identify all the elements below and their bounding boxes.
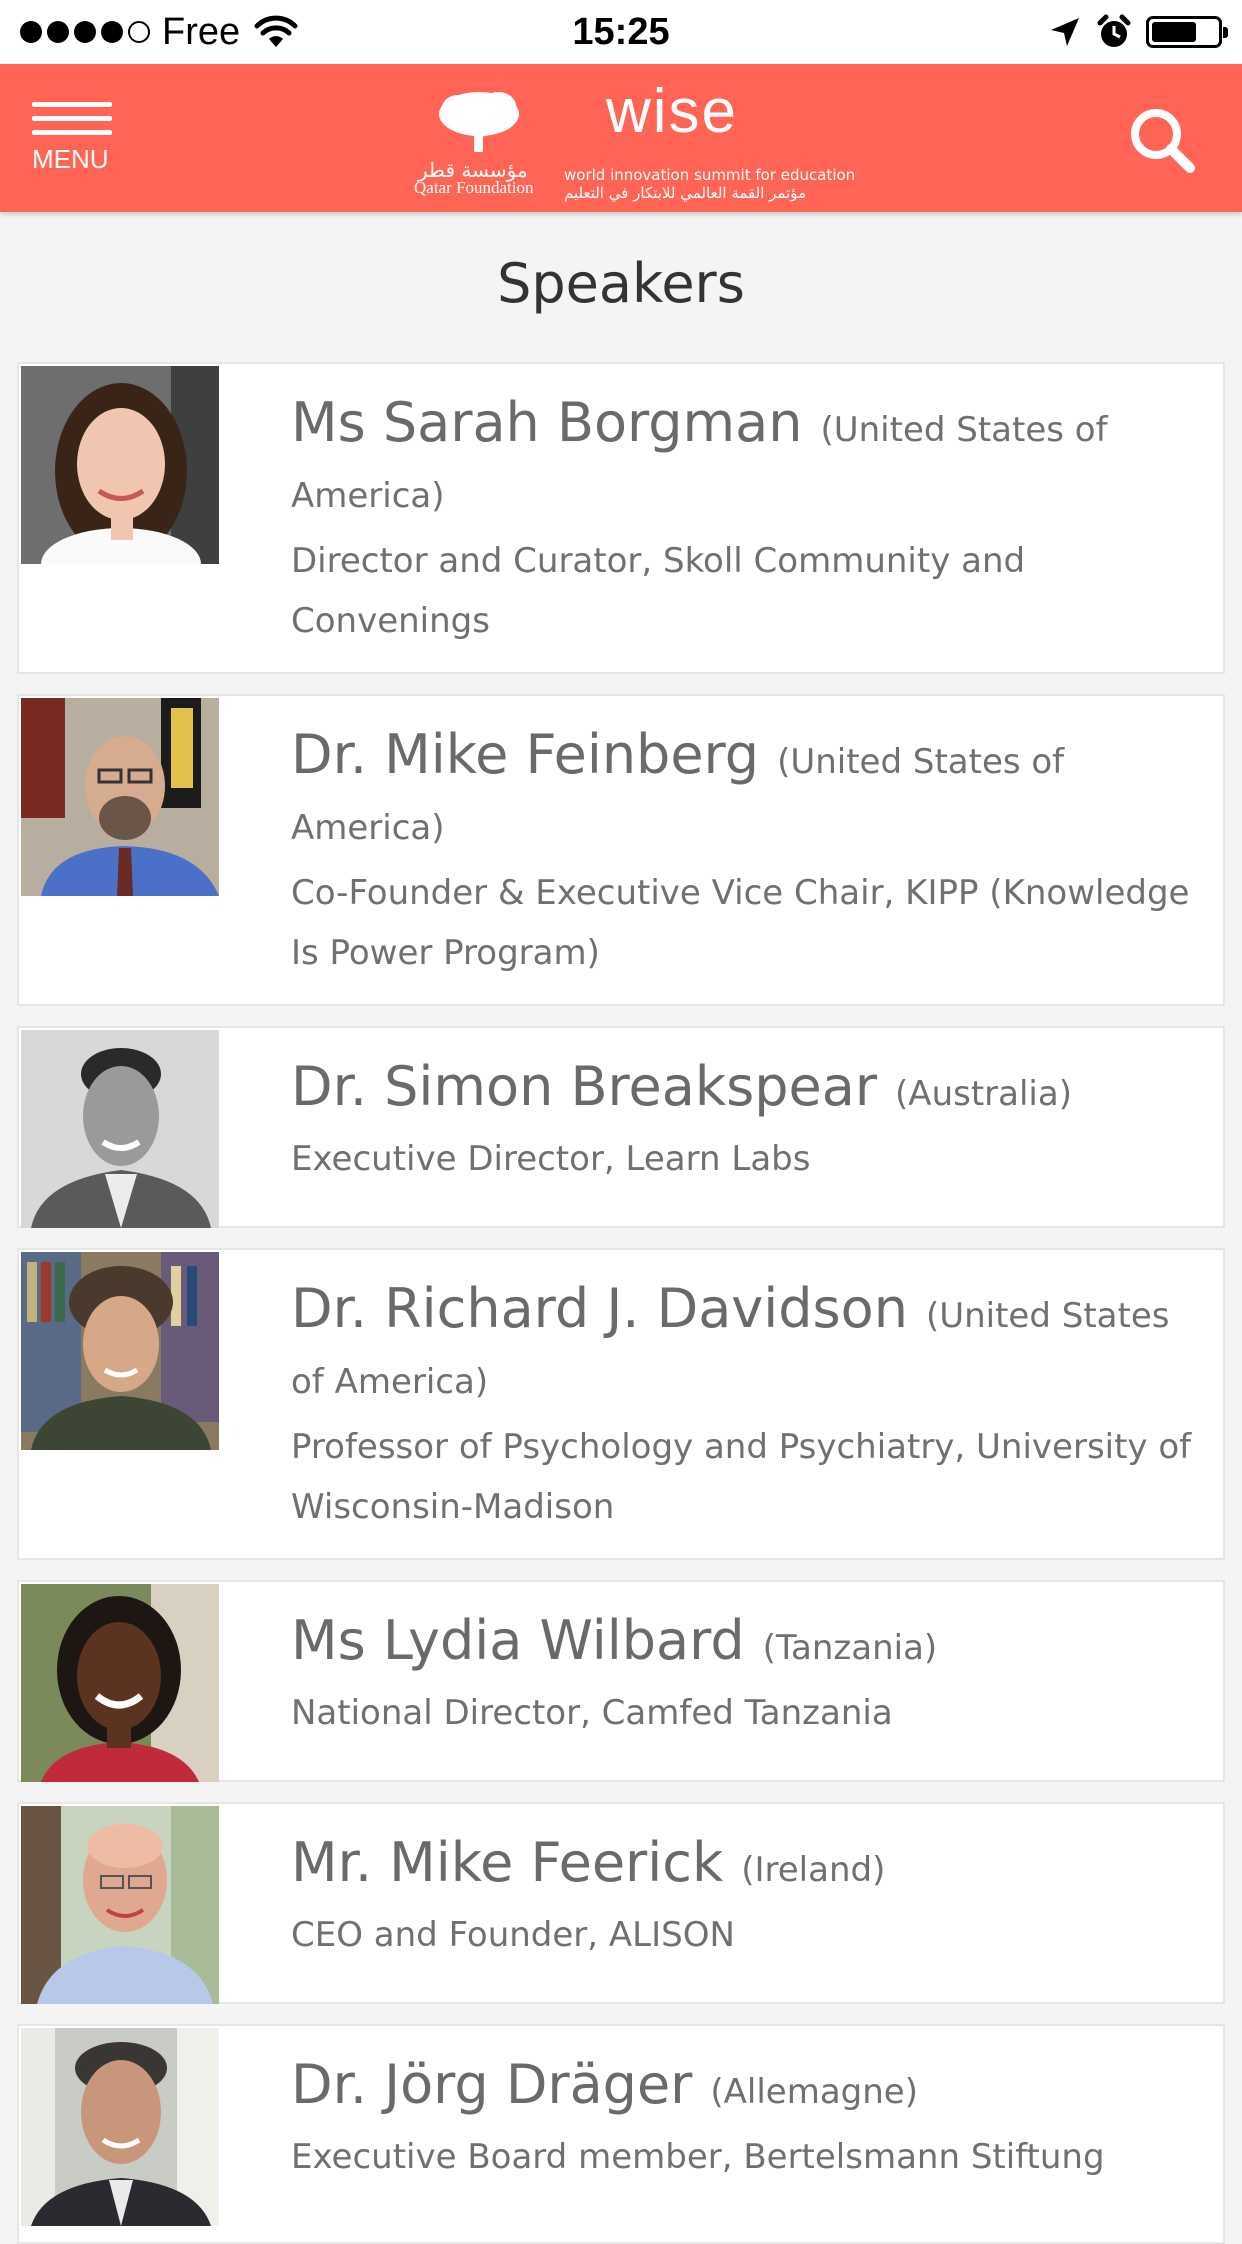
speaker-photo [21,366,219,564]
speaker-info: Dr. Richard J. Davidson (United States of… [291,1276,1197,1537]
speaker-card[interactable]: Mr. Mike Feerick (Ireland) CEO and Founde… [17,1802,1225,2004]
speaker-photo [21,1252,219,1450]
alarm-clock-icon [1097,14,1131,47]
status-bar: Free 15:25 [0,0,1242,64]
page-title: Speakers [497,252,745,315]
wise-arabic-subtitle: مؤتمر القمة العالمي للابتكار في التعليم [564,184,807,202]
speaker-photo [21,1806,219,2004]
speaker-name: Ms Lydia Wilbard [291,1609,745,1672]
speaker-card[interactable]: Dr. Richard J. Davidson (United States of… [17,1248,1225,1560]
speaker-role: CEO and Founder, ALISON [291,1915,735,1955]
wise-subtitle: world innovation summit for education [564,166,856,184]
speaker-info: Dr. Mike Feinberg (United States of Ameri… [291,722,1197,983]
speaker-role: Executive Board member, Bertelsmann Stif… [291,2137,1105,2177]
speaker-info: Ms Lydia Wilbard (Tanzania) National Dire… [291,1608,1197,1743]
search-icon [1131,109,1195,173]
wise-logo[interactable]: مؤسسة قطر Qatar Foundation wise world in… [410,77,855,202]
speaker-info: Ms Sarah Borgman (United States of Americ… [291,390,1197,651]
qatar-foundation-tree-icon [439,92,519,152]
speaker-country: (Allemagne) [710,2072,918,2112]
wise-wordmark: wise [606,77,739,146]
speaker-name: Dr. Jörg Dräger [291,2053,693,2116]
speaker-role: Director and Curator, Skoll Community an… [291,541,1026,641]
speaker-role: Executive Director, Learn Labs [291,1139,811,1179]
speaker-role: National Director, Camfed Tanzania [291,1693,893,1733]
speaker-country: (Australia) [895,1074,1072,1114]
status-right [1048,8,1228,56]
speaker-photo [21,1030,219,1228]
speaker-name: Mr. Mike Feerick [291,1831,724,1894]
speaker-info: Dr. Jörg Dräger (Allemagne) Executive Boa… [291,2052,1197,2187]
speaker-card[interactable]: Dr. Simon Breakspear (Australia) Executiv… [17,1026,1225,1228]
speaker-info: Mr. Mike Feerick (Ireland) CEO and Founde… [291,1830,1197,1965]
speaker-card[interactable]: Dr. Jörg Dräger (Allemagne) Executive Boa… [17,2024,1225,2244]
speaker-name: Dr. Mike Feinberg [291,723,760,786]
qatar-foundation-label: Qatar Foundation [414,178,534,197]
speaker-info: Dr. Simon Breakspear (Australia) Executiv… [291,1054,1197,1189]
speaker-card[interactable]: Ms Sarah Borgman (United States of Americ… [17,362,1225,674]
battery-icon [1146,16,1228,48]
app-header: MENU مؤسسة قطر Qatar Foundation wise wor… [0,64,1242,212]
speaker-photo [21,2028,219,2226]
search-button[interactable] [1126,104,1198,176]
speaker-name: Ms Sarah Borgman [291,391,803,454]
speaker-photo [21,1584,219,1782]
menu-label: MENU [32,144,109,174]
speaker-card[interactable]: Ms Lydia Wilbard (Tanzania) National Dire… [17,1580,1225,1782]
speaker-role: Professor of Psychology and Psychiatry, … [291,1427,1192,1527]
speaker-role: Co-Founder & Executive Vice Chair, KIPP … [291,873,1190,973]
speaker-country: (Ireland) [741,1850,886,1890]
speaker-card[interactable]: Dr. Mike Feinberg (United States of Ameri… [17,694,1225,1006]
speaker-name: Dr. Simon Breakspear [291,1055,878,1118]
speaker-country: (Tanzania) [762,1628,938,1668]
hamburger-icon [32,102,116,135]
menu-button[interactable]: MENU [32,102,116,174]
location-arrow-icon [1051,18,1079,46]
speaker-photo [21,698,219,896]
speaker-name: Dr. Richard J. Davidson [291,1277,908,1340]
